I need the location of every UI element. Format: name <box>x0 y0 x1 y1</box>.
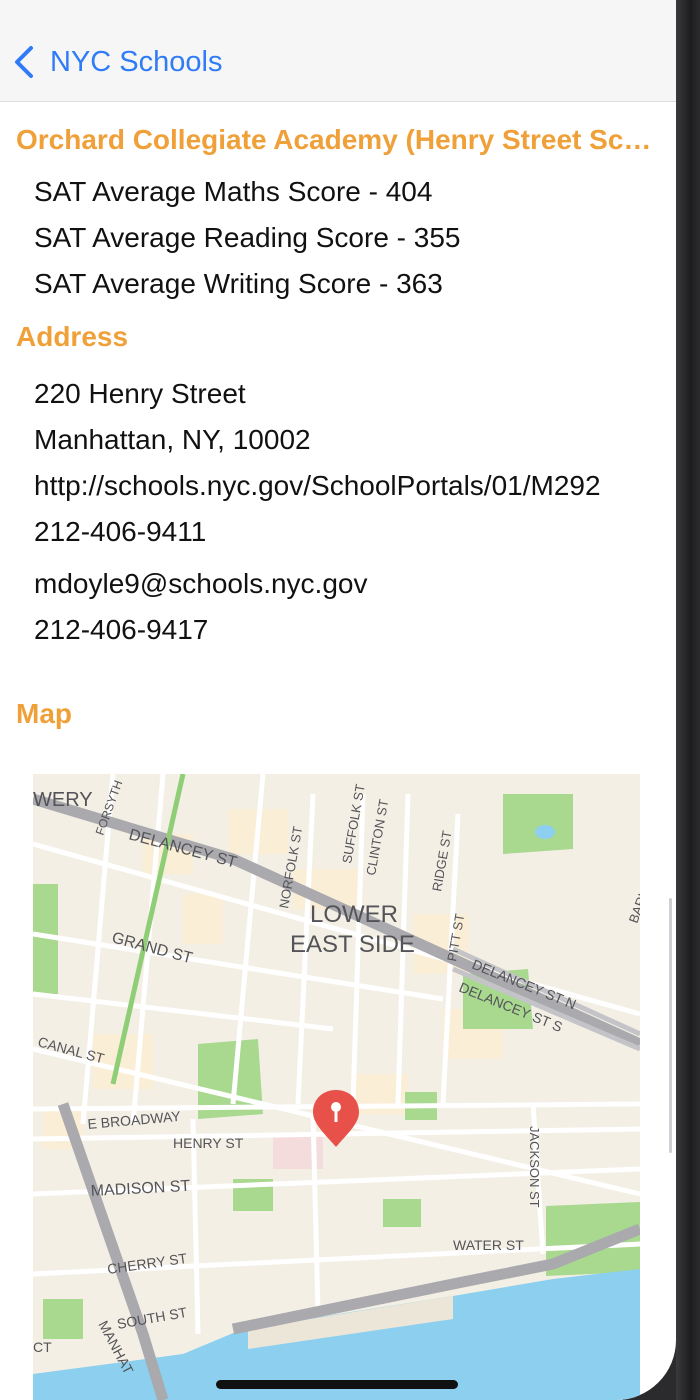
map-label-ct: CT <box>33 1339 52 1355</box>
street-address: 220 Henry Street <box>34 378 246 409</box>
address-heading: Address <box>16 321 129 352</box>
school-detail-screen: NYC Schools Orchard Collegiate Academy (… <box>0 0 676 1400</box>
fax-number[interactable]: 212-406-9417 <box>34 614 659 646</box>
navigation-bar: NYC Schools <box>0 0 676 102</box>
city-state-zip: Manhattan, NY, 10002 <box>34 424 311 455</box>
phone-number[interactable]: 212-406-9411 <box>34 516 659 548</box>
back-button[interactable]: NYC Schools <box>12 40 222 84</box>
map-label-henry: HENRY ST <box>173 1135 244 1151</box>
map-label-lower: LOWER <box>310 901 398 928</box>
back-button-label: NYC Schools <box>50 45 223 78</box>
website-link[interactable]: http://schools.nyc.gov/SchoolPortals/01/… <box>34 470 659 502</box>
map-label-bowery: WERY <box>33 789 93 811</box>
chevron-left-icon <box>15 46 33 78</box>
sat-writing-score: SAT Average Writing Score - 363 <box>34 268 443 299</box>
map-label-jackson: JACKSON ST <box>527 1126 542 1208</box>
device-bezel <box>676 0 700 1400</box>
school-map[interactable]: WERY FORSYTH DELANCEY ST NORFOLK ST SUFF… <box>33 774 640 1400</box>
scroll-indicator[interactable] <box>669 898 672 1153</box>
sat-reading-score: SAT Average Reading Score - 355 <box>34 222 461 253</box>
map-label-water: WATER ST <box>453 1237 524 1253</box>
map-label-east-side: EAST SIDE <box>290 931 415 958</box>
sat-maths-score: SAT Average Maths Score - 404 <box>34 176 433 207</box>
home-indicator[interactable] <box>216 1380 458 1389</box>
map-heading: Map <box>16 698 72 729</box>
school-name: Orchard Collegiate Academy (Henry Street… <box>16 124 661 155</box>
email-address[interactable]: mdoyle9@schools.nyc.gov <box>34 568 659 600</box>
